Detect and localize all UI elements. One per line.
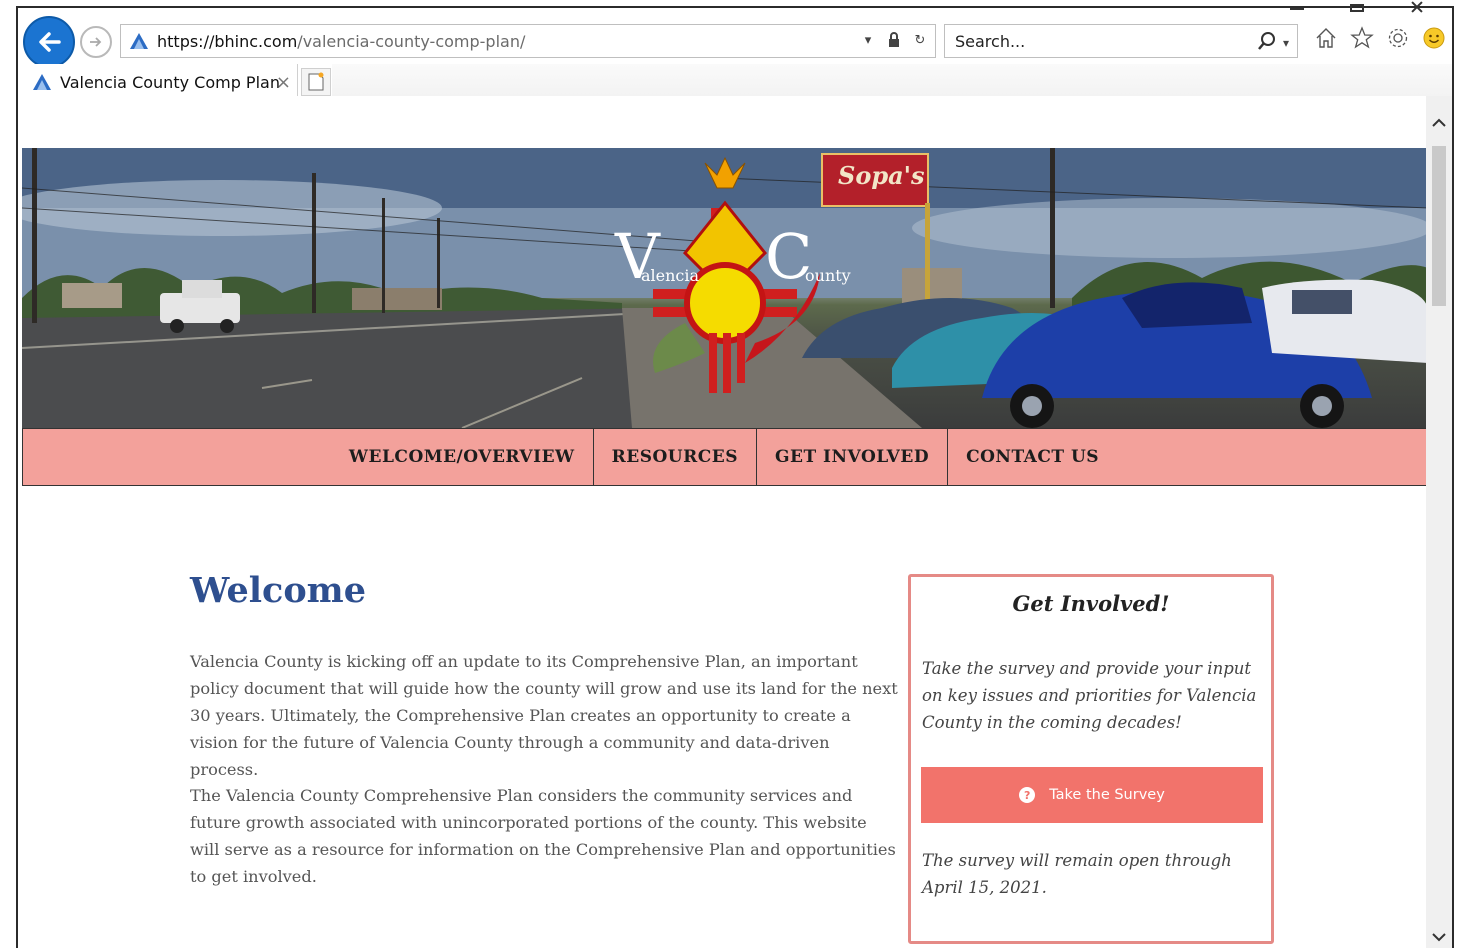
- forward-button[interactable]: [80, 26, 112, 58]
- tab-close-icon[interactable]: ×: [276, 72, 291, 93]
- logo-word-ounty: ounty: [805, 266, 851, 285]
- take-survey-button[interactable]: ? Take the Survey: [921, 767, 1263, 823]
- url-path: /valencia-county-comp-plan/: [297, 31, 526, 51]
- settings-gear-icon[interactable]: [1386, 26, 1410, 50]
- site-navigation: WELCOME/OVERVIEW RESOURCES GET INVOLVED …: [22, 428, 1428, 486]
- address-bar[interactable]: https://bhinc.com/valencia-county-comp-p…: [120, 24, 936, 58]
- tab-title: Valencia County Comp Plan: [60, 72, 280, 92]
- tab-favicon-icon: [33, 74, 51, 90]
- nav-resources[interactable]: RESOURCES: [594, 429, 758, 485]
- nav-contact-us[interactable]: CONTACT US: [948, 429, 1219, 485]
- browser-toolbar: https://bhinc.com/valencia-county-comp-p…: [18, 8, 1452, 68]
- survey-button-label: Take the Survey: [1049, 787, 1165, 803]
- back-arrow-icon: [39, 32, 61, 52]
- dropdown-arrow-icon[interactable]: ▾: [859, 31, 877, 49]
- forward-arrow-icon: [90, 37, 102, 47]
- browser-window: https://bhinc.com/valencia-county-comp-p…: [16, 4, 1454, 948]
- toolbar-icons: [1314, 26, 1446, 50]
- site-favicon-icon: [130, 33, 148, 49]
- page-viewport: Sopa's V alencia C ounty WELCOME/OVERVIE…: [20, 96, 1430, 948]
- card-deadline-text: The survey will remain open through Apri…: [922, 851, 1232, 897]
- back-button[interactable]: [23, 16, 75, 68]
- card-title: Get Involved!: [1012, 591, 1170, 616]
- nav-welcome-overview[interactable]: WELCOME/OVERVIEW: [331, 429, 594, 485]
- welcome-paragraph-1: Valencia County is kicking off an update…: [190, 652, 898, 779]
- question-circle-icon: ?: [1019, 787, 1036, 803]
- home-icon[interactable]: [1314, 26, 1338, 50]
- card-intro-text: Take the survey and provide your input o…: [922, 659, 1257, 732]
- vertical-scrollbar[interactable]: [1426, 96, 1452, 948]
- logo-word-alencia: alencia: [641, 266, 700, 285]
- new-tab-button[interactable]: [301, 68, 331, 96]
- page-title: Welcome: [190, 570, 366, 611]
- favorites-star-icon[interactable]: [1350, 26, 1374, 50]
- sopas-sign-text: Sopa's: [838, 161, 925, 190]
- search-placeholder: Search...: [955, 31, 1026, 51]
- hero-banner: Sopa's V alencia C ounty: [22, 148, 1428, 428]
- feedback-smiley-icon[interactable]: [1422, 26, 1446, 50]
- tab-strip: Valencia County Comp Plan ×: [18, 64, 1452, 100]
- url-host: https://bhinc.com: [157, 31, 298, 51]
- refresh-icon[interactable]: ↻: [911, 31, 929, 49]
- tab-valencia-county[interactable]: Valencia County Comp Plan ×: [20, 64, 298, 100]
- scroll-up-icon[interactable]: [1430, 114, 1448, 132]
- scroll-thumb[interactable]: [1432, 146, 1446, 306]
- welcome-paragraph-2: The Valencia County Comprehensive Plan c…: [190, 786, 896, 886]
- scroll-down-icon[interactable]: [1430, 928, 1448, 946]
- get-involved-card: Get Involved! Take the survey and provid…: [908, 574, 1274, 944]
- new-tab-icon: [308, 72, 324, 91]
- lock-icon[interactable]: [885, 31, 903, 49]
- nav-get-involved[interactable]: GET INVOLVED: [757, 429, 949, 485]
- hero-street-image: Sopa's V alencia C ounty: [22, 148, 1428, 428]
- search-icon[interactable]: [1257, 31, 1277, 55]
- search-input[interactable]: Search... ▾: [944, 24, 1298, 58]
- search-dropdown-icon[interactable]: ▾: [1283, 36, 1289, 50]
